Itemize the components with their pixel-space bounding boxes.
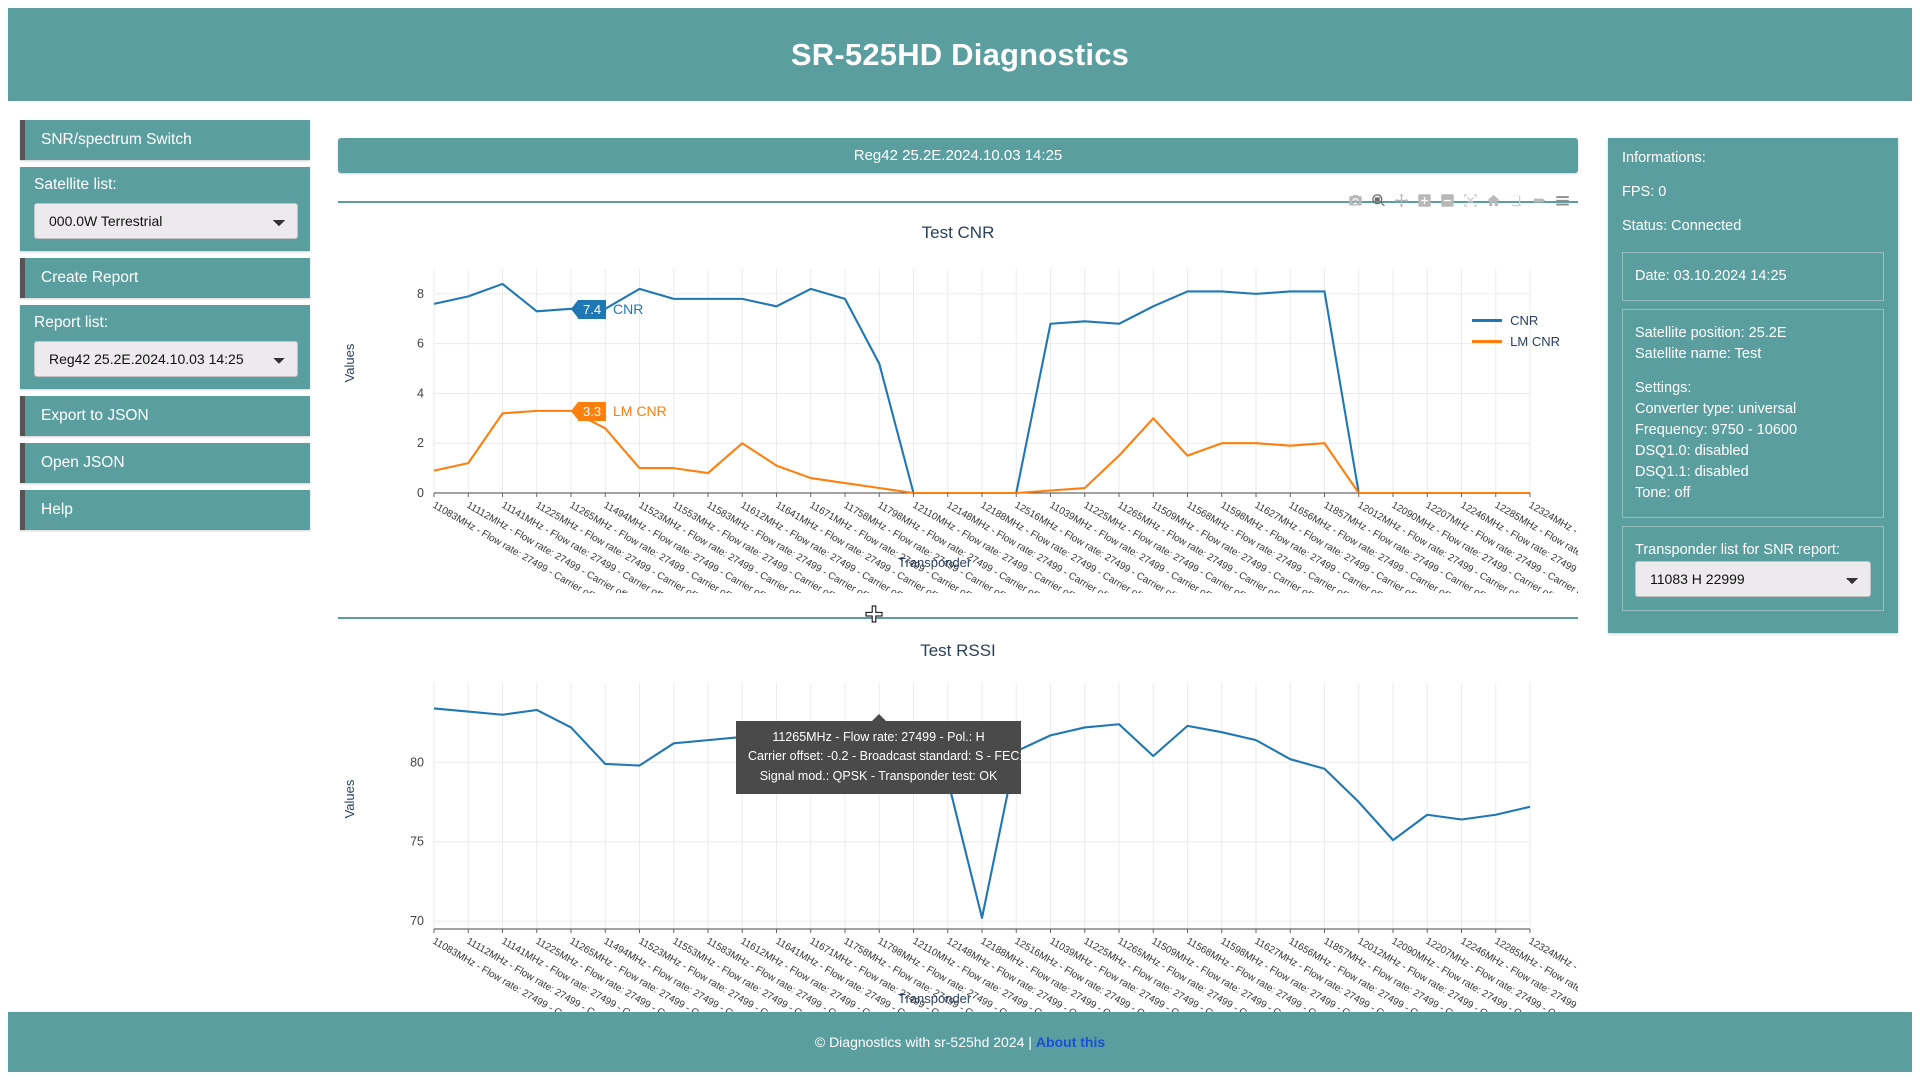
transponder-list-select[interactable]: 11083 H 22999	[1635, 561, 1871, 598]
date-card: Date: 03.10.2024 14:25	[1622, 252, 1884, 302]
satellite-settings-card: Satellite position: 25.2E Satellite name…	[1622, 309, 1884, 519]
footer-copyright: © Diagnostics with sr-525hd 2024 |	[814, 1034, 1032, 1050]
date-value: Date: 03.10.2024 14:25	[1635, 268, 1787, 284]
sidebar-item-snr-spectrum-switch[interactable]: SNR/spectrum Switch	[20, 120, 310, 160]
satellite-list-select[interactable]: 000.0W Terrestrial	[34, 203, 298, 239]
status-value: Status: Connected	[1622, 218, 1742, 234]
about-this-link[interactable]: About this	[1036, 1034, 1105, 1050]
informations-label: Informations:	[1622, 150, 1706, 166]
report-title-bar: Reg42 25.2E.2024.10.03 14:25	[338, 138, 1578, 173]
right-info-panel: Informations: FPS: 0 Status: Connected D…	[1608, 138, 1898, 634]
transponder-list-card: Transponder list for SNR report: 11083 H…	[1622, 526, 1884, 612]
tooltip-line-1: 11265MHz - Flow rate: 27499 - Pol.: H	[772, 730, 985, 744]
fps-value: FPS: 0	[1622, 184, 1667, 200]
sidebar-item-label: SNR/spectrum Switch	[41, 131, 192, 148]
sidebar-item-create-report[interactable]: Create Report	[20, 258, 310, 298]
chart-test-cnr[interactable]: Test CNR Values 02468 7.4 CNR 3.3 LM CNR…	[338, 193, 1579, 795]
x-axis-label: Transponder	[898, 555, 972, 570]
dsq-11: DSQ1.1: disabled	[1635, 464, 1749, 481]
app-footer: © Diagnostics with sr-525hd 2024 | About…	[8, 1012, 1912, 1072]
report-list-select[interactable]: Reg42 25.2E.2024.10.03 14:25	[34, 341, 298, 377]
app-header: SR-525HD Diagnostics	[8, 8, 1912, 101]
tooltip-arrow	[871, 714, 886, 721]
main-content: Reg42 25.2E.2024.10.03 14:25 Test CNR Va…	[338, 138, 1578, 1019]
tooltip-line-3: Signal mod.: QPSK - Transponder test: OK	[759, 768, 998, 783]
sidebar-group-report-list: Report list: Reg42 25.2E.2024.10.03 14:2…	[20, 305, 310, 389]
transponder-list-label: Transponder list for SNR report:	[1635, 542, 1840, 559]
sidebar-group-satellite-list: Satellite list: 000.0W Terrestrial	[20, 167, 310, 251]
chart-test-rssi[interactable]: Test RSSI Values 707580 11083MHz - Flow …	[338, 619, 1578, 1019]
sidebar-item-label: Create Report	[41, 269, 139, 286]
frequency-range: Frequency: 9750 - 10600	[1635, 422, 1798, 439]
sidebar-item-label: Help	[41, 501, 73, 518]
satellite-name: Satellite name: Test	[1635, 346, 1762, 363]
mouse-cursor-crosshair	[865, 605, 883, 623]
chart-hover-tooltip: 11265MHz - Flow rate: 27499 - Pol.: H Ca…	[736, 714, 1044, 795]
tooltip-line-2: Carrier offset: -0.2 - Broadcast standar…	[748, 749, 1044, 764]
x-axis-label: Transponder	[898, 991, 972, 1006]
tone-value: Tone: off	[1635, 485, 1691, 502]
x-axis-tick-labels-rssi: 11083MHz - Flow rate: 27499 - Carrier of…	[338, 619, 1579, 1019]
left-sidebar: SNR/spectrum Switch Satellite list: 000.…	[20, 120, 310, 537]
app-root: SR-525HD Diagnostics SNR/spectrum Switch…	[0, 0, 1920, 1080]
dsq-10: DSQ1.0: disabled	[1635, 443, 1749, 460]
sidebar-item-label: Export to JSON	[41, 407, 149, 424]
sidebar-item-open-json[interactable]: Open JSON	[20, 443, 310, 483]
sidebar-item-label: Open JSON	[41, 454, 125, 471]
page-title: SR-525HD Diagnostics	[790, 36, 1130, 72]
sidebar-item-export-to-json[interactable]: Export to JSON	[20, 396, 310, 436]
x-axis-tick-labels-cnr: 11083MHz - Flow rate: 27499 - Carrier of…	[338, 203, 1579, 593]
converter-type: Converter type: universal	[1635, 401, 1797, 418]
satellite-position: Satellite position: 25.2E	[1635, 325, 1787, 342]
sidebar-item-help[interactable]: Help	[20, 490, 310, 530]
satellite-list-label: Satellite list:	[34, 176, 117, 193]
settings-label: Settings:	[1635, 380, 1692, 397]
report-list-label: Report list:	[34, 314, 109, 331]
